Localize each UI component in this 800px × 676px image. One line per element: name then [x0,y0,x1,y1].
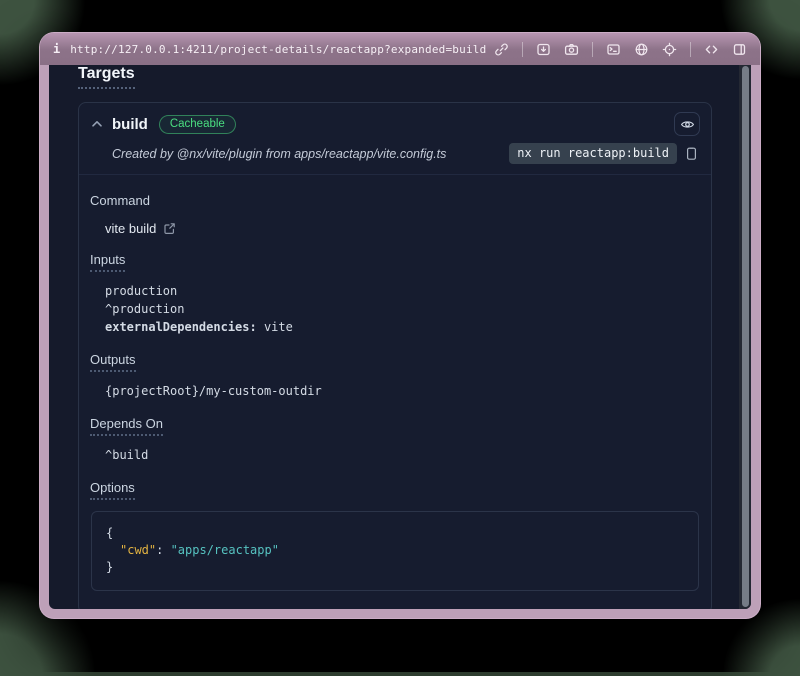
inputs-section-label: Inputs [90,252,125,272]
input-item: production [105,282,700,300]
json-open-brace: { [106,525,684,542]
created-by-text: Created by @nx/vite/plugin from apps/rea… [112,147,446,161]
browser-chrome-bar: i http://127.0.0.1:4211/project-details/… [40,33,760,65]
options-section-label: Options [90,480,135,500]
input-key: externalDependencies: [105,320,257,334]
command-section-label: Command [90,193,150,208]
link-icon[interactable] [494,42,509,57]
info-icon: i [53,42,60,56]
scrollbar-track[interactable] [739,65,751,609]
copy-icon[interactable] [685,146,698,161]
build-card-body: Command vite build Inputs [79,175,711,609]
command-value: vite build [105,221,156,236]
code-icon[interactable] [704,42,719,57]
project-details-content: Targets build Cacheable [49,65,751,609]
depends-on-section-label: Depends On [90,416,163,436]
chevron-up-icon[interactable] [90,117,104,131]
sidebar-panel-icon[interactable] [732,42,747,57]
target-icon[interactable] [662,42,677,57]
target-card-build: build Cacheable Created by @nx/vite/plug… [78,102,712,609]
terminal-icon[interactable] [606,42,621,57]
depends-on-list: ^build [105,446,700,464]
cacheable-badge: Cacheable [159,115,236,134]
output-item: {projectRoot}/my-custom-outdir [105,382,700,400]
inputs-list: production ^production externalDependenc… [105,282,700,336]
chrome-toolbar [494,42,747,57]
browser-window: i http://127.0.0.1:4211/project-details/… [40,33,760,618]
outputs-list: {projectRoot}/my-custom-outdir [105,382,700,400]
url-bar[interactable]: http://127.0.0.1:4211/project-details/re… [70,43,486,56]
json-property-line: "cwd": "apps/reactapp" [106,542,684,559]
eye-icon [680,117,695,132]
globe-icon[interactable] [634,42,649,57]
build-header-subrow: Created by @nx/vite/plugin from apps/rea… [90,143,700,174]
json-close-brace: } [106,559,684,576]
input-item: ^production [105,300,700,318]
command-value-link[interactable]: vite build [105,221,700,236]
toolbar-divider [592,42,593,57]
external-link-icon [163,222,176,235]
view-in-graph-button[interactable] [674,112,700,136]
json-colon: : [156,543,170,557]
input-value: vite [257,320,293,334]
page-viewport: Targets build Cacheable [49,65,751,609]
depends-on-item: ^build [105,446,700,464]
toolbar-divider [522,42,523,57]
targets-heading: Targets [78,65,135,89]
options-json-box: { "cwd": "apps/reactapp" } [91,511,699,591]
camera-icon[interactable] [564,42,579,57]
input-item: externalDependencies: vite [105,318,700,336]
build-header-row[interactable]: build Cacheable [90,112,700,136]
json-key: "cwd" [120,543,156,557]
toolbar-divider [690,42,691,57]
scrollbar-thumb[interactable] [742,66,749,607]
json-string-value: "apps/reactapp" [171,543,279,557]
run-command-chip[interactable]: nx run reactapp:build [509,143,677,164]
target-name-build: build [112,116,148,133]
download-box-icon[interactable] [536,42,551,57]
outputs-section-label: Outputs [90,352,136,372]
build-card-header: build Cacheable Created by @nx/vite/plug… [79,103,711,175]
